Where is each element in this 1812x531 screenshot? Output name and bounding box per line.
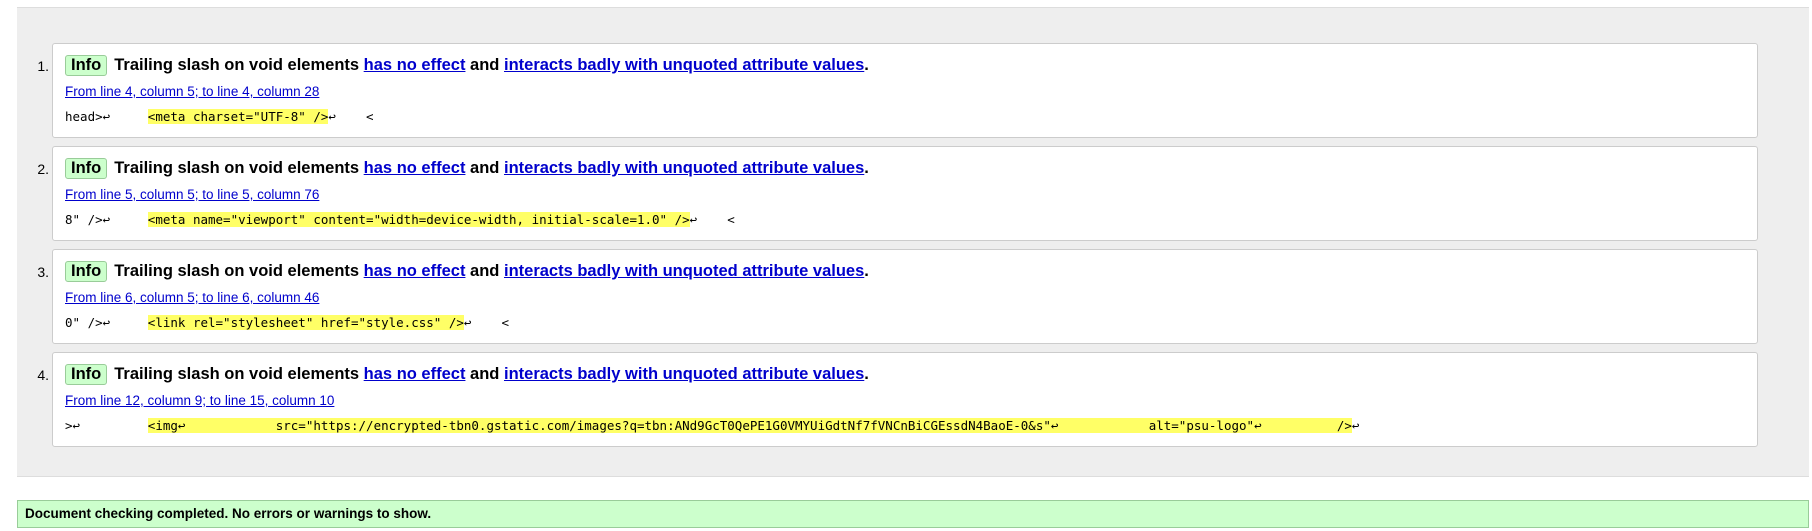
message-text: Trailing slash on void elements bbox=[114, 365, 360, 383]
message-heading: Info Trailing slash on void elements has … bbox=[65, 157, 869, 179]
extract-highlight: <link rel="stylesheet" href="style.css" … bbox=[147, 315, 464, 330]
message-heading: Info Trailing slash on void elements has … bbox=[65, 363, 869, 385]
message-conj: and bbox=[470, 159, 500, 177]
extract-after: ↩ < bbox=[689, 212, 735, 227]
code-extract: head>↩ <meta charset="UTF-8" />↩ < bbox=[65, 109, 374, 125]
message-number: 1. bbox=[37, 58, 49, 74]
message-number: 4. bbox=[37, 367, 49, 383]
info-badge: Info bbox=[65, 158, 108, 179]
message-period: . bbox=[864, 365, 869, 383]
info-badge: Info bbox=[65, 55, 108, 76]
message-text: Trailing slash on void elements bbox=[114, 262, 360, 280]
location-link[interactable]: From line 4, column 5; to line 4, column… bbox=[65, 84, 319, 99]
message-heading: Info Trailing slash on void elements has … bbox=[65, 54, 869, 76]
message-text: Trailing slash on void elements bbox=[114, 159, 360, 177]
location-link[interactable]: From line 6, column 5; to line 6, column… bbox=[65, 290, 319, 305]
extract-after: ↩ < bbox=[463, 315, 510, 330]
code-extract: 0" />↩ <link rel="stylesheet" href="styl… bbox=[65, 315, 509, 331]
unquoted-attribute-link[interactable]: interacts badly with unquoted attribute … bbox=[504, 262, 864, 280]
has-no-effect-link[interactable]: has no effect bbox=[364, 159, 466, 177]
extract-after: ↩ < bbox=[328, 109, 374, 124]
message-conj: and bbox=[470, 365, 500, 383]
unquoted-attribute-link[interactable]: interacts badly with unquoted attribute … bbox=[504, 56, 864, 74]
message-period: . bbox=[864, 56, 869, 74]
location-link[interactable]: From line 12, column 9; to line 15, colu… bbox=[65, 393, 334, 408]
has-no-effect-link[interactable]: has no effect bbox=[364, 365, 466, 383]
message-heading: Info Trailing slash on void elements has … bbox=[65, 260, 869, 282]
message-item: 2. Info Trailing slash on void elements h… bbox=[37, 146, 1758, 241]
message-item: 4. Info Trailing slash on void elements h… bbox=[37, 352, 1758, 447]
message-conj: and bbox=[470, 262, 500, 280]
location-link[interactable]: From line 5, column 5; to line 5, column… bbox=[65, 187, 319, 202]
code-extract: 8" />↩ <meta name="viewport" content="wi… bbox=[65, 212, 735, 228]
unquoted-attribute-link[interactable]: interacts badly with unquoted attribute … bbox=[504, 159, 864, 177]
extract-highlight: <meta name="viewport" content="width=dev… bbox=[147, 212, 690, 227]
summary-status: Document checking completed. No errors o… bbox=[17, 500, 1809, 528]
code-extract: >↩ <img↩ src="https://encrypted-tbn0.gst… bbox=[65, 418, 1359, 434]
extract-after: ↩ bbox=[1351, 418, 1360, 433]
extract-highlight: <meta charset="UTF-8" /> bbox=[147, 109, 329, 124]
extract-highlight: <img↩ src="https://encrypted-tbn0.gstati… bbox=[147, 418, 1352, 433]
message-item: 1. Info Trailing slash on void elements h… bbox=[37, 43, 1758, 138]
unquoted-attribute-link[interactable]: interacts badly with unquoted attribute … bbox=[504, 365, 864, 383]
info-badge: Info bbox=[65, 261, 108, 282]
message-period: . bbox=[864, 262, 869, 280]
results-panel: 1. Info Trailing slash on void elements h… bbox=[17, 7, 1809, 477]
message-number: 3. bbox=[37, 264, 49, 280]
message-text: Trailing slash on void elements bbox=[114, 56, 360, 74]
info-badge: Info bbox=[65, 364, 108, 385]
message-conj: and bbox=[470, 56, 500, 74]
message-item: 3. Info Trailing slash on void elements h… bbox=[37, 249, 1758, 344]
message-period: . bbox=[864, 159, 869, 177]
has-no-effect-link[interactable]: has no effect bbox=[364, 56, 466, 74]
message-number: 2. bbox=[37, 161, 49, 177]
has-no-effect-link[interactable]: has no effect bbox=[364, 262, 466, 280]
extract-before: >↩ bbox=[65, 418, 148, 433]
extract-before: 8" />↩ bbox=[65, 212, 148, 227]
extract-before: 0" />↩ bbox=[65, 315, 148, 330]
extract-before: head>↩ bbox=[65, 109, 148, 124]
